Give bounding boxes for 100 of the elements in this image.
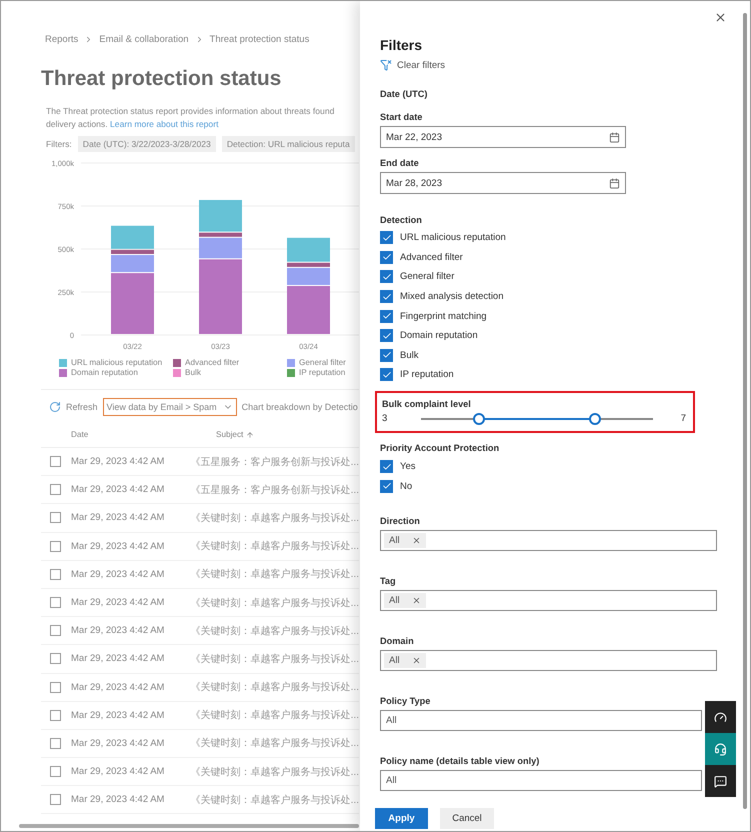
- row-checkbox[interactable]: [50, 625, 61, 636]
- checkbox[interactable]: [380, 250, 393, 264]
- section-heading: Detection: [380, 215, 423, 225]
- checkbox[interactable]: [380, 480, 393, 493]
- legend-label: Bulk: [185, 368, 201, 377]
- slider-min-label: 3: [382, 413, 388, 424]
- section-heading: Date (UTC): [380, 89, 428, 99]
- scrollbar[interactable]: [743, 13, 747, 809]
- checkbox[interactable]: [380, 460, 393, 474]
- checkbox-label: Bulk: [400, 350, 418, 361]
- subject-cell-text: 《关键时刻：卓越客户服务与投诉处...: [190, 596, 359, 610]
- date-cell-text: Mar 29, 2023 4:42 AM: [71, 484, 166, 496]
- date-cell-text: Mar 29, 2023 4:42 AM: [71, 568, 166, 580]
- checkmark-icon: [382, 350, 392, 360]
- filter-chip[interactable]: Detection: URL malicious reputa: [222, 136, 355, 152]
- view-data-dropdown[interactable]: View data by Email > Spam: [102, 398, 237, 416]
- row-checkbox[interactable]: [50, 568, 61, 580]
- row-checkbox[interactable]: [50, 512, 61, 524]
- close-icon: [714, 11, 727, 24]
- date-cell-text: Mar 29, 2023 4:42 AM: [71, 766, 166, 778]
- field-label: Bulk complaint level: [382, 398, 472, 409]
- sort-arrow-icon: [246, 430, 254, 438]
- remove-icon[interactable]: [412, 596, 421, 605]
- date-field[interactable]: Mar 28, 2023: [380, 172, 626, 194]
- breadcrumb-link[interactable]: Threat protection status: [210, 34, 310, 45]
- column-header[interactable]: Date: [71, 430, 216, 439]
- date-cell-text: Mar 29, 2023 4:42 AM: [71, 794, 166, 806]
- legend-label: Domain reputation: [71, 368, 138, 377]
- headset-button[interactable]: [705, 733, 736, 765]
- row-checkbox[interactable]: [50, 710, 61, 721]
- checkbox-label: General filter: [400, 271, 454, 282]
- calendar-icon[interactable]: [609, 178, 620, 188]
- subject-cell-text: 《关键时刻：卓越客户服务与投诉处...: [190, 540, 359, 554]
- subject-cell-text: 《五星服务：客户服务创新与投诉处...: [190, 484, 359, 497]
- date-cell-text: Mar 29, 2023 4:42 AM: [71, 710, 166, 721]
- multi-select-field[interactable]: All: [380, 530, 717, 551]
- column-header[interactable]: Subject: [216, 430, 244, 439]
- row-checkbox[interactable]: [50, 766, 61, 778]
- subject-cell-text: 《关键时刻：卓越客户服务与投诉处...: [190, 680, 359, 694]
- row-checkbox[interactable]: [50, 738, 61, 749]
- refresh-button[interactable]: Refresh: [49, 401, 98, 413]
- subject-cell-text: 《关键时刻：卓越客户服务与投诉处...: [190, 652, 359, 666]
- checkbox[interactable]: [380, 310, 393, 323]
- checkbox[interactable]: [380, 231, 393, 244]
- date-cell-text: Mar 29, 2023 4:42 AM: [71, 456, 166, 468]
- subject-cell-text: 《关键时刻：卓越客户服务与投诉处...: [190, 708, 359, 722]
- subject-cell-text: 《关键时刻：卓越客户服务与投诉处...: [190, 766, 359, 779]
- checkbox[interactable]: [380, 270, 393, 284]
- row-checkbox[interactable]: [50, 456, 61, 468]
- checkmark-icon: [382, 272, 392, 282]
- multi-select-field[interactable]: All: [380, 650, 717, 671]
- chart-breakdown-label[interactable]: Chart breakdown by Detectio: [242, 402, 358, 412]
- checkbox-label: Fingerprint matching: [400, 310, 487, 322]
- date-field[interactable]: Mar 22, 2023: [380, 126, 626, 148]
- row-checkbox[interactable]: [50, 597, 61, 608]
- filters-label: Filters:: [46, 139, 72, 149]
- legend-label: General filter: [299, 358, 346, 367]
- checkbox-label: Domain reputation: [400, 330, 478, 342]
- description-text: The Threat protection status report provides information about threats found delivery actions. Learn more about this report: [46, 105, 336, 130]
- learn-more-link[interactable]: Learn more about this report: [110, 118, 218, 128]
- cancel-button[interactable]: Cancel: [440, 808, 494, 829]
- field-label: End date: [380, 158, 420, 168]
- dropdown-field[interactable]: All: [380, 770, 702, 791]
- field-label: Start date: [380, 112, 424, 122]
- gauge-button[interactable]: [705, 701, 736, 733]
- legend-label: Advanced filter: [185, 358, 240, 367]
- scrollbar[interactable]: [19, 824, 359, 828]
- clear-filters-button[interactable]: Clear filters: [380, 59, 750, 71]
- dropdown-field[interactable]: All: [380, 710, 702, 731]
- row-checkbox[interactable]: [50, 540, 61, 552]
- row-checkbox[interactable]: [50, 653, 61, 664]
- date-cell-text: Mar 29, 2023 4:42 AM: [71, 625, 166, 636]
- date-cell-text: Mar 29, 2023 4:42 AM: [71, 738, 166, 749]
- multi-select-field[interactable]: All: [380, 590, 717, 611]
- remove-icon[interactable]: [412, 656, 421, 665]
- breadcrumb-link[interactable]: Email & collaboration: [99, 34, 189, 45]
- filter-chip[interactable]: Date (UTC): 3/22/2023-3/28/2023: [78, 136, 216, 152]
- checkmark-icon: [382, 232, 392, 243]
- calendar-icon[interactable]: [609, 132, 620, 142]
- slider-max-label: 7: [680, 413, 686, 424]
- feedback-button[interactable]: [705, 765, 736, 797]
- slider-thumb[interactable]: [588, 412, 601, 425]
- date-cell-text: Mar 29, 2023 4:42 AM: [71, 540, 166, 552]
- row-checkbox[interactable]: [50, 682, 61, 693]
- row-checkbox[interactable]: [50, 484, 61, 496]
- date-cell-text: Mar 29, 2023 4:42 AM: [71, 512, 166, 524]
- checkbox[interactable]: [380, 329, 393, 342]
- checkbox[interactable]: [380, 290, 393, 304]
- remove-icon[interactable]: [412, 536, 421, 545]
- checkmark-icon: [382, 292, 392, 302]
- checkbox-label: No: [400, 480, 412, 492]
- row-checkbox[interactable]: [50, 794, 61, 806]
- field-label: Policy name (details table view only): [380, 756, 540, 766]
- breadcrumb-link[interactable]: Reports: [45, 34, 78, 45]
- checkbox[interactable]: [380, 348, 393, 362]
- slider-thumb[interactable]: [473, 412, 486, 425]
- close-button[interactable]: [714, 11, 727, 24]
- apply-button[interactable]: Apply: [375, 808, 428, 829]
- checkbox[interactable]: [380, 368, 393, 382]
- checkbox-label: Yes: [400, 461, 416, 472]
